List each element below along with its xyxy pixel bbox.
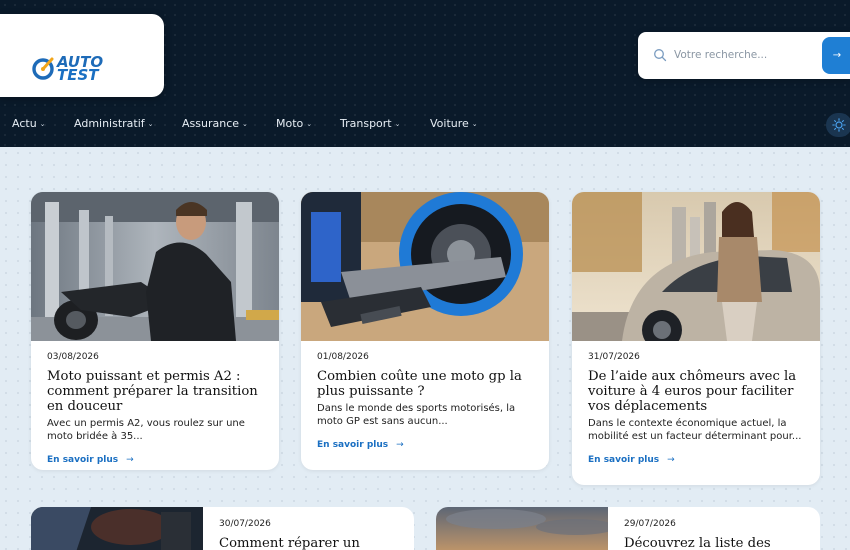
- search-input[interactable]: [674, 44, 814, 66]
- article-card[interactable]: 30/07/2026 Comment réparer un système de: [31, 507, 414, 550]
- article-image-motorcycle-wheel[interactable]: [301, 192, 549, 341]
- nav-item-label: Transport: [340, 117, 392, 130]
- nav-item-actu[interactable]: Actu ⌄: [12, 117, 46, 130]
- nav-item-label: Administratif: [74, 117, 145, 130]
- article-excerpt: Dans le contexte économique actuel, la m…: [588, 418, 802, 442]
- nav-item-moto[interactable]: Moto ⌄: [276, 117, 312, 130]
- chevron-down-icon: ⌄: [394, 119, 401, 128]
- chevron-down-icon: ⌄: [39, 119, 46, 128]
- read-more-label: En savoir plus: [47, 455, 119, 465]
- arrow-right-icon: →: [126, 455, 134, 465]
- site-header: AUTO TEST → Actu ⌄ Administratif ⌄ Assur…: [0, 0, 850, 147]
- chevron-down-icon: ⌄: [306, 119, 313, 128]
- read-more-link[interactable]: En savoir plus →: [47, 455, 265, 465]
- nav-item-label: Moto: [276, 117, 304, 130]
- read-more-label: En savoir plus: [588, 455, 660, 465]
- article-card[interactable]: 03/08/2026 Moto puissant et permis A2 : …: [31, 192, 279, 470]
- sun-icon: [832, 118, 846, 132]
- article-title[interactable]: Moto puissant et permis A2 : comment pré…: [47, 369, 265, 414]
- article-date: 03/08/2026: [47, 352, 99, 362]
- nav-item-label: Actu: [12, 117, 37, 130]
- nav-item-assurance[interactable]: Assurance ⌄: [182, 117, 248, 130]
- arrow-right-icon: →: [396, 440, 404, 450]
- article-grid: 03/08/2026 Moto puissant et permis A2 : …: [0, 147, 850, 550]
- article-title[interactable]: Combien coûte une moto gp la plus puissa…: [317, 369, 535, 399]
- article-date: 01/08/2026: [317, 352, 369, 362]
- article-date: 31/07/2026: [588, 352, 640, 362]
- article-excerpt: Avec un permis A2, vous roulez sur une m…: [47, 418, 245, 442]
- chevron-down-icon: ⌄: [242, 119, 248, 128]
- article-card[interactable]: 29/07/2026 Découvrez la liste des marque…: [436, 507, 820, 550]
- arrow-right-icon: →: [667, 455, 675, 465]
- article-image-repair[interactable]: [31, 507, 203, 550]
- article-title[interactable]: De l’aide aux chômeurs avec la voiture à…: [588, 369, 806, 414]
- article-image-motorcyclist[interactable]: [31, 192, 279, 341]
- theme-toggle[interactable]: [826, 113, 850, 137]
- article-image-electric-car[interactable]: [572, 192, 820, 341]
- nav-item-administratif[interactable]: Administratif ⌄: [74, 117, 154, 130]
- chevron-down-icon: ⌄: [147, 119, 154, 128]
- logo-text-test: TEST: [57, 66, 99, 84]
- logo[interactable]: AUTO TEST: [0, 14, 164, 97]
- article-title[interactable]: Découvrez la liste des marques: [624, 536, 810, 550]
- nav-item-label: Voiture: [430, 117, 469, 130]
- article-card[interactable]: 01/08/2026 Combien coûte une moto gp la …: [301, 192, 549, 470]
- search-bar: →: [638, 32, 850, 79]
- article-image-sunset[interactable]: [436, 507, 616, 550]
- read-more-link[interactable]: En savoir plus →: [317, 440, 535, 450]
- article-date: 29/07/2026: [624, 519, 676, 529]
- article-date: 30/07/2026: [219, 519, 271, 529]
- nav-item-label: Assurance: [182, 117, 240, 130]
- chevron-down-icon: ⌄: [471, 119, 478, 128]
- read-more-label: En savoir plus: [317, 440, 389, 450]
- read-more-link[interactable]: En savoir plus →: [588, 455, 806, 465]
- nav-item-voiture[interactable]: Voiture ⌄: [430, 117, 478, 130]
- search-submit-button[interactable]: →: [822, 37, 850, 74]
- article-title[interactable]: Comment réparer un système de: [219, 536, 404, 550]
- article-excerpt: Dans le monde des sports motorisés, la m…: [317, 403, 516, 427]
- article-card[interactable]: 31/07/2026 De l’aide aux chômeurs avec l…: [572, 192, 820, 485]
- gauge-icon: [32, 57, 54, 80]
- search-icon: [654, 49, 667, 62]
- nav-item-transport[interactable]: Transport ⌄: [340, 117, 401, 130]
- main-nav: Actu ⌄ Administratif ⌄ Assurance ⌄ Moto …: [0, 111, 850, 139]
